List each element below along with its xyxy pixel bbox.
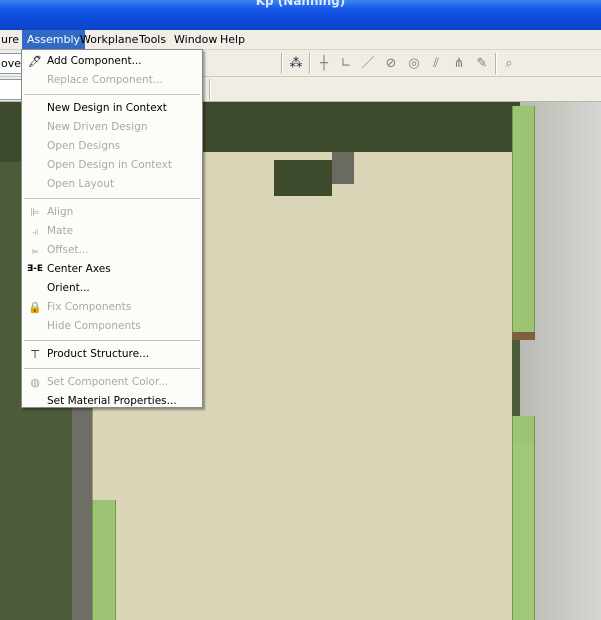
menu-item-mate[interactable]: ⫣ Mate <box>22 222 202 241</box>
offset-icon: ⫢ <box>31 244 39 257</box>
product-structure-icon: ⊤ <box>30 348 40 361</box>
toolbar-combo[interactable] <box>0 79 22 100</box>
menu-item-label: Set Material Properties... <box>47 395 177 407</box>
menu-item-label: New Design in Context <box>47 102 167 114</box>
menu-item-label: Orient... <box>47 282 90 294</box>
menu-item-open-layout[interactable]: Open Layout <box>22 175 202 194</box>
mate-icon: ⫣ <box>31 225 39 238</box>
align-icon: ⊫ <box>30 206 40 219</box>
part-side-face <box>72 402 92 620</box>
menu-item-offset[interactable]: ⫢ Offset... <box>22 241 202 260</box>
menu-separator <box>24 198 200 199</box>
add-component-icon: 🖊 <box>28 55 42 68</box>
menu-item-open-design-in-context[interactable]: Open Design in Context <box>22 156 202 175</box>
menu-item-set-material-properties[interactable]: Set Material Properties... <box>22 392 202 411</box>
menu-item-align[interactable]: ⊫ Align <box>22 203 202 222</box>
toolbar-separator <box>209 79 211 100</box>
fix-components-icon: 🔒 <box>28 301 42 314</box>
part-right-edge-lower <box>512 442 535 620</box>
menu-item-open-designs[interactable]: Open Designs <box>22 137 202 156</box>
menu-item-label: Hide Components <box>47 320 141 332</box>
concentric-icon[interactable]: ◎ <box>404 54 424 73</box>
menu-item-set-component-color[interactable]: ◍ Set Component Color... <box>22 373 202 392</box>
tangent-icon[interactable]: ⊘ <box>381 54 401 73</box>
part-right-notch <box>512 332 535 340</box>
menu-item-fix-components[interactable]: 🔒 Fix Components <box>22 298 202 317</box>
menu-item-label: Open Layout <box>47 178 115 190</box>
menu-item-hide-components[interactable]: Hide Components <box>22 317 202 336</box>
menu-item-label: Add Component... <box>47 55 142 67</box>
constraint-angle-icon[interactable]: ∟ <box>336 54 356 73</box>
constraint-plus-icon[interactable]: ┼ <box>314 54 334 73</box>
menu-item-new-design-in-context[interactable]: New Design in Context <box>22 99 202 118</box>
menu-item-label: Center Axes <box>47 263 111 275</box>
zoom-icon[interactable]: ⌕ <box>499 54 519 73</box>
menu-item-label: Mate <box>47 225 74 237</box>
menu-item-label: Set Component Color... <box>47 376 169 388</box>
menu-item-new-driven-design[interactable]: New Driven Design <box>22 118 202 137</box>
menu-separator <box>24 340 200 341</box>
menu-item-label: Replace Component... <box>47 74 163 86</box>
toolbar-separator <box>309 53 311 74</box>
color-icon: ◍ <box>30 376 40 389</box>
center-axes-icon: ∃-E <box>26 264 44 274</box>
part-right-edge-upper <box>512 106 535 332</box>
toolbar-separator <box>495 53 497 74</box>
title-bar: Kp (Nanning) <box>0 0 601 30</box>
part-slot <box>274 160 332 196</box>
menu-structure[interactable]: ure <box>0 30 24 50</box>
menu-item-label: Product Structure... <box>47 348 150 360</box>
line-icon[interactable]: ／ <box>358 54 378 73</box>
menu-item-center-axes[interactable]: ∃-E Center Axes <box>22 260 202 279</box>
menu-separator <box>24 368 200 369</box>
menu-item-label: Align <box>47 206 74 218</box>
menu-item-replace-component[interactable]: Replace Component... <box>22 71 202 90</box>
point-icon[interactable]: ⁂ <box>286 54 306 73</box>
part-face-tab <box>202 166 274 196</box>
menu-item-product-structure[interactable]: ⊤ Product Structure... <box>22 345 202 364</box>
menu-bar: ure Assembly Workplane Tools Window Help <box>0 30 601 50</box>
parallel-icon[interactable]: ⫽ <box>426 54 446 73</box>
symmetric-icon[interactable]: ⋔ <box>449 54 469 73</box>
menu-item-label: Offset... <box>47 244 89 256</box>
menu-item-label: Fix Components <box>47 301 132 313</box>
fix-icon[interactable]: ✎ <box>472 54 492 73</box>
menu-item-label: New Driven Design <box>47 121 148 133</box>
window-title: Kp (Nanning) <box>255 0 346 8</box>
menu-tools[interactable]: Tools <box>134 30 171 50</box>
menu-item-add-component[interactable]: 🖊 Add Component... <box>22 52 202 71</box>
menu-item-label: Open Designs <box>47 140 121 152</box>
toolbar-separator <box>281 53 283 74</box>
assembly-menu: 🖊 Add Component... Replace Component... … <box>21 49 203 408</box>
part-slot-wall <box>332 152 354 184</box>
menu-help[interactable]: Help <box>215 30 250 50</box>
part-left-edge-lower <box>92 500 116 620</box>
part-right-edge-mid <box>512 416 535 442</box>
menu-item-label: Open Design in Context <box>47 159 173 171</box>
menu-separator <box>24 94 200 95</box>
menu-item-orient[interactable]: Orient... <box>22 279 202 298</box>
